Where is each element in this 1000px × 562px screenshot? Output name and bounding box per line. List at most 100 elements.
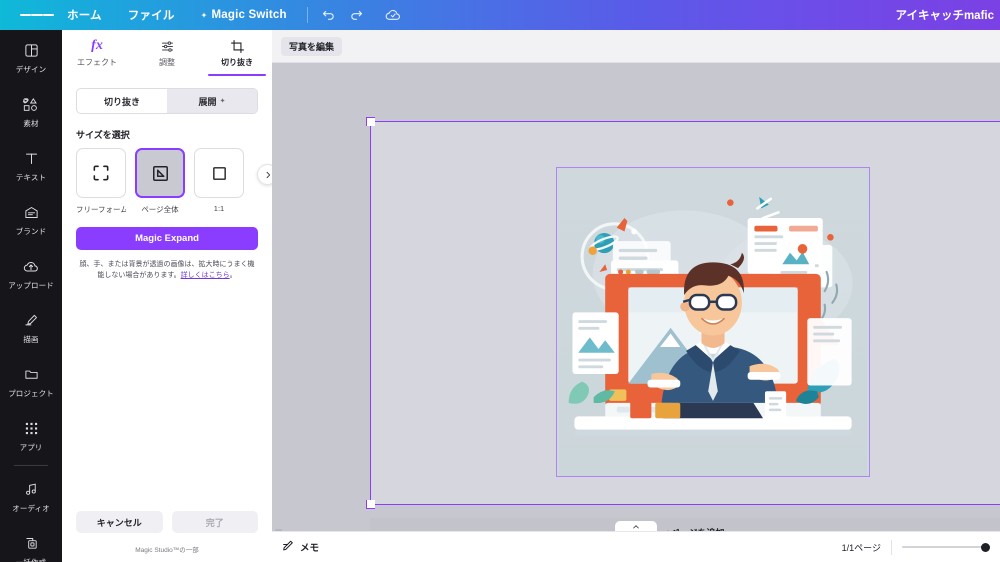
redo-icon[interactable] [343, 1, 371, 29]
menu-magic-switch[interactable]: ✦ Magic Switch [188, 0, 300, 30]
sidebar-item-elements[interactable]: 素材 [0, 84, 62, 138]
expand-disclaimer-end: 。 [229, 272, 237, 279]
projects-folder-icon [24, 364, 39, 385]
notes-icon [282, 538, 295, 556]
zoom-slider-knob[interactable] [981, 542, 990, 552]
sidebar-item-uploads[interactable]: アップロード [0, 246, 62, 300]
text-icon [24, 148, 39, 169]
sidebar-item-audio-label: オーディオ [12, 504, 50, 513]
sidebar-item-audio[interactable]: オーディオ [0, 469, 62, 523]
sidebar-item-draw[interactable]: 描画 [0, 300, 62, 354]
canva-editor-window: ホーム ファイル ✦ Magic Switch アイキャッチmafic デザイン… [0, 0, 1000, 562]
sidebar-item-design[interactable]: デザイン [0, 30, 62, 84]
size-section-title: サイズを選択 [76, 130, 130, 140]
sidebar-item-bulk-create-label: 一括作成 [16, 558, 46, 562]
edit-image-panel: fx エフェクト 調整 切り抜き 切り抜き 展開 ✦ サイズを選択 フリーフォー… [62, 30, 273, 562]
menu-file[interactable]: ファイル [115, 0, 188, 30]
bottom-bar-right: 1/1ページ [842, 539, 990, 555]
expand-disclaimer: 顔、手、または背景が透過の画像は、拡大時にうまく機能しない場合があります。詳しく… [78, 259, 256, 281]
sidebar-item-brand-label: ブランド [15, 227, 47, 236]
toolbar-divider [306, 7, 308, 23]
menu-magic-switch-label: Magic Switch [211, 9, 287, 21]
menu-file-label: ファイル [127, 10, 175, 22]
chevron-up-icon [633, 524, 639, 528]
cloud-sync-icon[interactable] [379, 1, 407, 29]
undo-icon[interactable] [315, 1, 343, 29]
tab-underline [208, 74, 266, 76]
document-title-text: アイキャッチmafic [895, 10, 994, 22]
size-option-1-1-label: 1:1 [213, 204, 225, 213]
left-rail: デザイン 素材 テキスト ブランド アップロード 描画 プロジェクト アプリ オ… [0, 30, 62, 562]
sparkle-icon: ✦ [219, 98, 226, 105]
tab-crop[interactable]: 切り抜き [202, 34, 272, 76]
magic-studio-note: Magic Studio™の一部 [135, 547, 199, 554]
notes-label: メモ [300, 543, 320, 554]
size-option-whole-page[interactable]: ページ全体 [135, 148, 185, 215]
panel-tabs: fx エフェクト 調整 切り抜き [62, 30, 272, 76]
sidebar-item-brand[interactable]: ブランド [0, 192, 62, 246]
magic-expand-label: Magic Expand [135, 233, 199, 244]
sidebar-item-uploads-label: アップロード [8, 281, 54, 290]
sidebar-item-apps-label: アプリ [19, 443, 43, 452]
size-options: フリーフォーム ページ全体 1:1 [76, 148, 272, 215]
chevron-right-icon[interactable] [257, 164, 272, 185]
sidebar-item-design-label: デザイン [15, 65, 47, 74]
sidebar-item-apps[interactable]: アプリ [0, 408, 62, 462]
whole-page-icon [135, 148, 185, 198]
size-option-freeform[interactable]: フリーフォーム [76, 148, 126, 215]
cancel-button[interactable]: キャンセル [76, 511, 163, 533]
sidebar-item-text[interactable]: テキスト [0, 138, 62, 192]
size-option-freeform-label: フリーフォーム [76, 205, 126, 214]
hamburger-menu-icon[interactable] [20, 0, 54, 30]
tab-effects[interactable]: fx エフェクト [62, 34, 132, 72]
done-button[interactable]: 完了 [171, 511, 258, 533]
zoom-slider-track [902, 546, 990, 548]
canvas-toolbar: 写真を編集 [272, 30, 1000, 63]
edit-photo-button[interactable]: 写真を編集 [281, 36, 343, 56]
crop-expand-segmented-control: 切り抜き 展開 ✦ [76, 88, 258, 114]
menu-home-label: ホーム [67, 10, 102, 22]
done-button-label: 完了 [205, 517, 224, 528]
fx-icon: fx [91, 38, 103, 53]
freeform-icon [76, 148, 126, 198]
sidebar-item-text-label: テキスト [15, 173, 47, 182]
notes-button[interactable]: メモ [282, 538, 319, 556]
panel-footer: キャンセル 完了 Magic Studio™の一部 [62, 511, 272, 562]
resize-handle-bottom-left[interactable] [366, 500, 375, 509]
sidebar-item-elements-label: 素材 [23, 119, 39, 128]
zoom-slider[interactable] [902, 540, 990, 554]
sidebar-item-draw-label: 描画 [23, 335, 39, 344]
design-icon [24, 40, 39, 61]
sidebar-item-projects-label: プロジェクト [8, 389, 54, 398]
draw-icon [24, 310, 39, 331]
audio-note-icon [24, 479, 39, 500]
size-option-1-1[interactable]: 1:1 [194, 148, 244, 213]
selected-image[interactable] [556, 167, 870, 477]
segment-expand[interactable]: 展開 ✦ [167, 89, 257, 113]
tab-adjust[interactable]: 調整 [132, 34, 202, 72]
segment-crop-label: 切り抜き [103, 96, 140, 107]
magic-expand-button[interactable]: Magic Expand [76, 227, 258, 250]
edit-photo-label: 写真を編集 [289, 41, 335, 52]
tab-effects-label: エフェクト [77, 58, 117, 67]
elements-icon [23, 94, 39, 115]
learn-more-link[interactable]: 詳しくはこちら [181, 272, 230, 279]
crop-icon [230, 38, 245, 54]
illustration-businessman-computer [559, 168, 867, 476]
menu-home[interactable]: ホーム [54, 0, 115, 30]
bottom-divider [891, 539, 892, 555]
cancel-button-label: キャンセル [96, 517, 142, 528]
resize-handle-top-left[interactable] [366, 117, 375, 126]
apps-grid-icon [24, 418, 39, 439]
sidebar-item-bulk-create[interactable]: 一括作成 [0, 523, 62, 562]
tab-adjust-label: 調整 [159, 58, 175, 67]
tab-crop-label: 切り抜き [221, 58, 253, 67]
segment-expand-label: 展開 [198, 96, 217, 107]
sliders-icon [160, 38, 175, 54]
document-title[interactable]: アイキャッチmafic [896, 0, 1000, 30]
page-indicator[interactable]: 1/1ページ [842, 541, 881, 554]
bulk-create-icon [24, 533, 39, 554]
segment-crop[interactable]: 切り抜き [77, 89, 167, 113]
sidebar-item-projects[interactable]: プロジェクト [0, 354, 62, 408]
canvas-scroll-area[interactable]: +ページを追加 [272, 62, 1000, 532]
